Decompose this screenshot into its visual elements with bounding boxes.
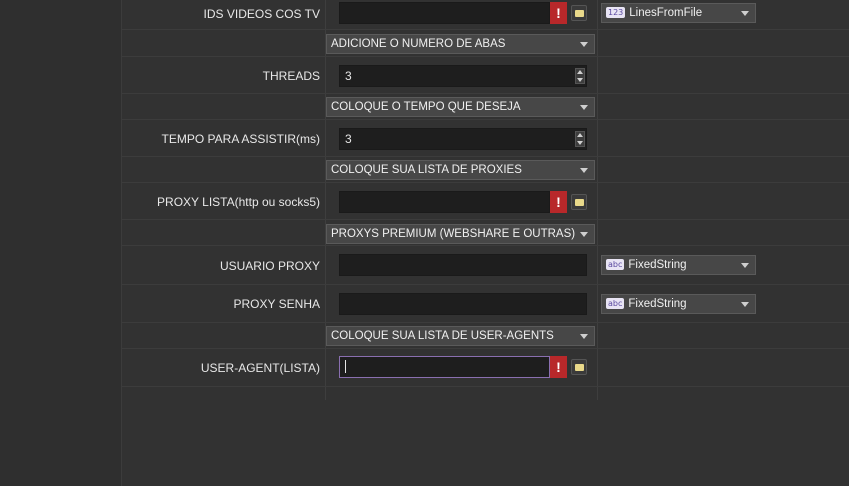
chevron-down-icon	[580, 334, 588, 339]
proxy-list-input[interactable]	[339, 191, 550, 213]
section-label: PROXYS PREMIUM (WEBSHARE E OUTRAS)	[331, 228, 576, 240]
threads-label: THREADS	[262, 69, 320, 83]
proxy-password-input[interactable]	[339, 293, 587, 315]
proxy-user-input[interactable]	[339, 254, 587, 276]
proxy-password-type-dropdown[interactable]: abc FixedString	[601, 294, 756, 314]
type-badge: abc	[606, 259, 625, 271]
section-label: COLOQUE SUA LISTA DE USER-AGENTS	[331, 330, 554, 342]
type-value: FixedString	[628, 259, 687, 271]
warning-icon: !	[550, 356, 567, 378]
text-caret	[345, 360, 346, 374]
section-label: COLOQUE SUA LISTA DE PROXIES	[331, 164, 522, 176]
section-label: ADICIONE O NUMERO DE ABAS	[331, 38, 506, 50]
type-value: FixedString	[628, 298, 687, 310]
threads-input[interactable]: 3	[339, 65, 587, 87]
chevron-down-icon	[741, 11, 749, 16]
proxy-list-section-dropdown[interactable]: COLOQUE SUA LISTA DE PROXIES	[326, 160, 595, 180]
user-agent-input[interactable]	[339, 356, 550, 378]
time-section-dropdown[interactable]: COLOQUE O TEMPO QUE DESEJA	[326, 97, 595, 117]
threads-value: 3	[345, 69, 352, 83]
type-value: LinesFromFile	[629, 7, 703, 19]
chevron-down-icon	[580, 105, 588, 110]
proxy-password-label: PROXY SENHA	[233, 297, 320, 311]
ids-videos-input[interactable]	[339, 2, 550, 24]
watch-time-value: 3	[345, 132, 352, 146]
folder-icon[interactable]	[571, 194, 587, 210]
chevron-down-icon	[741, 263, 749, 268]
ids-videos-type-dropdown[interactable]: 123 LinesFromFile	[601, 3, 756, 23]
watch-time-stepper[interactable]	[575, 131, 585, 147]
warning-icon: !	[550, 191, 567, 213]
left-gutter	[0, 0, 122, 486]
chevron-down-icon	[580, 232, 588, 237]
folder-icon[interactable]	[571, 359, 587, 375]
type-badge: abc	[606, 298, 625, 310]
folder-icon[interactable]	[571, 5, 587, 21]
premium-section-dropdown[interactable]: PROXYS PREMIUM (WEBSHARE E OUTRAS)	[326, 224, 595, 244]
warning-icon: !	[550, 2, 567, 24]
proxy-user-label: USUARIO PROXY	[219, 259, 320, 273]
ua-section-dropdown[interactable]: COLOQUE SUA LISTA DE USER-AGENTS	[326, 326, 595, 346]
type-badge: 123	[606, 7, 626, 19]
ids-videos-label: IDS VIDEOS COS TV	[203, 7, 320, 21]
tabs-section-dropdown[interactable]: ADICIONE O NUMERO DE ABAS	[326, 34, 595, 54]
proxy-list-label: PROXY LISTA(http ou socks5)	[157, 195, 320, 209]
chevron-down-icon	[580, 42, 588, 47]
section-label: COLOQUE O TEMPO QUE DESEJA	[331, 101, 521, 113]
threads-stepper[interactable]	[575, 68, 585, 84]
chevron-down-icon	[580, 168, 588, 173]
proxy-user-type-dropdown[interactable]: abc FixedString	[601, 255, 756, 275]
chevron-down-icon	[741, 302, 749, 307]
watch-time-input[interactable]: 3	[339, 128, 587, 150]
watch-time-label: TEMPO PARA ASSISTIR(ms)	[161, 132, 320, 146]
user-agent-label: USER-AGENT(LISTA)	[200, 361, 320, 375]
